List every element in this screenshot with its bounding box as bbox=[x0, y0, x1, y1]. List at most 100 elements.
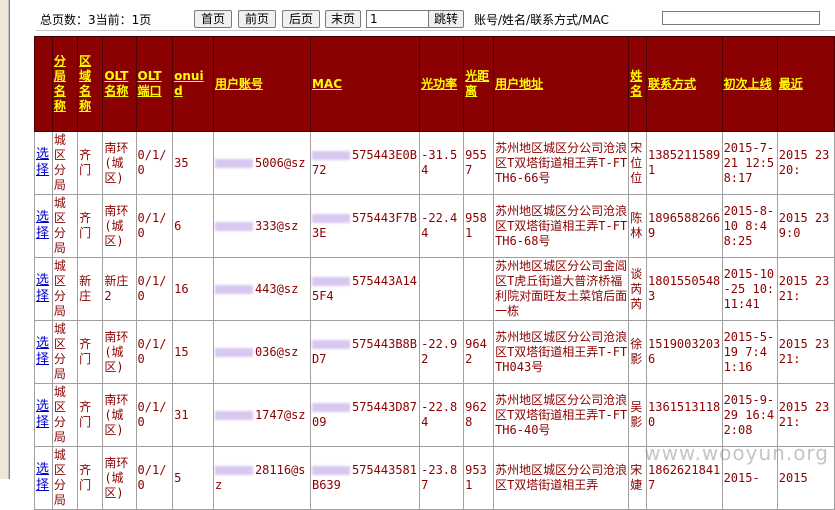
table-row: 选择 城区分局 齐门 南环(城区) 0/1/0 31 1747@sz 575443D8709-… bbox=[34, 383, 835, 447]
power-cell: -23.87 bbox=[419, 446, 465, 510]
account-cell: 036@sz bbox=[212, 320, 311, 384]
table-header-row: 分局名称 区域名称 OLT名称 OLT端口 onuid 用户账号 MAC 光功率… bbox=[34, 36, 835, 132]
address-cell: 苏州地区城区分公司沧浪区T双塔街道相王弄T-FTTH6-40号 bbox=[493, 383, 630, 447]
onuid-cell: 31 bbox=[172, 383, 214, 447]
last-page-button[interactable]: 末页 bbox=[325, 10, 361, 28]
select-link[interactable]: 选择 bbox=[34, 257, 53, 321]
first-online-cell: 2015-8-10 8:48:25 bbox=[721, 194, 778, 258]
latest-cell: 2015 23 21: bbox=[776, 383, 835, 447]
mac-cell: 575443B8BD7 bbox=[309, 320, 421, 384]
name-cell: 吴影 bbox=[628, 383, 648, 447]
redaction-blur bbox=[311, 340, 350, 349]
header-onuid[interactable]: onuid bbox=[172, 36, 214, 132]
header-olt-port[interactable]: OLT端口 bbox=[135, 36, 174, 132]
account-cell: 28116@sz bbox=[212, 446, 311, 510]
next-page-button[interactable]: 后页 bbox=[282, 10, 320, 28]
branch-cell: 城区分局 bbox=[51, 194, 79, 258]
branch-cell: 城区分局 bbox=[51, 320, 79, 384]
onuid-cell: 5 bbox=[172, 446, 214, 510]
olt-name-cell: 南环(城区) bbox=[102, 131, 137, 195]
branch-cell: 城区分局 bbox=[51, 131, 79, 195]
power-cell: -22.92 bbox=[419, 320, 465, 384]
redaction-blur bbox=[311, 277, 350, 286]
table-row: 选择 城区分局 齐门 南环(城区) 0/1/0 6 333@sz 575443F7B3E -22… bbox=[34, 194, 835, 258]
redaction-blur bbox=[214, 221, 253, 231]
onuid-cell: 6 bbox=[172, 194, 214, 258]
redaction-blur bbox=[311, 403, 350, 412]
redaction-blur bbox=[214, 284, 253, 294]
olt-port-cell: 0/1/0 bbox=[135, 383, 174, 447]
header-first-online[interactable]: 初次上线 bbox=[721, 36, 778, 132]
header-distance[interactable]: 光距离 bbox=[463, 36, 495, 132]
mac-cell: 575443F7B3E bbox=[309, 194, 421, 258]
header-account[interactable]: 用户账号 bbox=[212, 36, 311, 132]
first-page-button[interactable]: 首页 bbox=[194, 10, 232, 28]
power-cell bbox=[419, 257, 465, 321]
address-cell: 苏州地区城区分公司沧浪区T双塔街道相王弄T-FTTH043号 bbox=[493, 320, 630, 384]
olt-port-cell: 0/1/0 bbox=[135, 194, 174, 258]
phone-cell: 15190032036 bbox=[646, 320, 723, 384]
first-online-cell: 2015-7-21 12:58:17 bbox=[721, 131, 778, 195]
user-table: 分局名称 区域名称 OLT名称 OLT端口 onuid 用户账号 MAC 光功率… bbox=[34, 36, 835, 510]
branch-cell: 城区分局 bbox=[51, 257, 79, 321]
olt-name-cell: 南环(城区) bbox=[102, 383, 137, 447]
distance-cell: 9642 bbox=[463, 320, 495, 384]
header-area[interactable]: 区域名称 bbox=[77, 36, 104, 132]
header-mac[interactable]: MAC bbox=[309, 36, 421, 132]
header-phone[interactable]: 联系方式 bbox=[646, 36, 723, 132]
power-cell: -22.44 bbox=[419, 194, 465, 258]
redaction-blur bbox=[311, 466, 350, 475]
redaction-blur bbox=[214, 410, 253, 420]
redaction-blur bbox=[311, 151, 350, 160]
search-label: 账号/姓名/联系方式/MAC bbox=[474, 13, 609, 27]
name-cell: 宋位位 bbox=[628, 131, 648, 195]
toolbar-divider bbox=[36, 30, 835, 31]
olt-name-cell: 南环(城区) bbox=[102, 194, 137, 258]
header-power[interactable]: 光功率 bbox=[419, 36, 465, 132]
address-cell: 苏州地区城区分公司沧浪区T双塔街道相王弄T-FTTH6-66号 bbox=[493, 131, 630, 195]
select-link[interactable]: 选择 bbox=[34, 446, 53, 510]
search-input[interactable] bbox=[662, 11, 820, 25]
account-cell-text: 5006@sz bbox=[254, 155, 306, 170]
header-branch[interactable]: 分局名称 bbox=[51, 36, 79, 132]
page-select-value: 1 bbox=[370, 12, 378, 26]
header-address[interactable]: 用户地址 bbox=[493, 36, 630, 132]
mac-cell: 575443A145F4 bbox=[309, 257, 421, 321]
phone-cell: 13615131180 bbox=[646, 383, 723, 447]
select-link[interactable]: 选择 bbox=[34, 194, 53, 258]
onuid-cell: 35 bbox=[172, 131, 214, 195]
account-cell: 333@sz bbox=[212, 194, 311, 258]
olt-name-cell: 新庄2 bbox=[102, 257, 137, 321]
select-link[interactable]: 选择 bbox=[34, 383, 53, 447]
table-row: 选择 城区分局 新庄 新庄2 0/1/0 16 443@sz 575443A145F4 苏州地区… bbox=[34, 257, 835, 321]
phone-cell: 13852115891 bbox=[646, 131, 723, 195]
distance-cell: 9628 bbox=[463, 383, 495, 447]
onuid-cell: 16 bbox=[172, 257, 214, 321]
header-olt-name[interactable]: OLT名称 bbox=[102, 36, 137, 132]
account-cell: 1747@sz bbox=[212, 383, 311, 447]
distance-cell bbox=[463, 257, 495, 321]
onuid-cell: 15 bbox=[172, 320, 214, 384]
first-online-cell: 2015-5-19 7:41:16 bbox=[721, 320, 778, 384]
name-cell: 谈芮芮 bbox=[628, 257, 648, 321]
branch-cell: 城区分局 bbox=[51, 383, 79, 447]
mac-cell: 575443581B639 bbox=[309, 446, 421, 510]
latest-cell: 2015 23 9:0 bbox=[776, 194, 835, 258]
olt-port-cell: 0/1/0 bbox=[135, 131, 174, 195]
header-name[interactable]: 姓名 bbox=[628, 36, 648, 132]
address-cell: 苏州地区城区分公司金阊区T虎丘街道大普济桥福利院对面旺友土菜馆后面一栋 bbox=[493, 257, 630, 321]
olt-port-cell: 0/1/0 bbox=[135, 320, 174, 384]
select-link[interactable]: 选择 bbox=[34, 131, 53, 195]
account-cell: 5006@sz bbox=[212, 131, 311, 195]
select-link[interactable]: 选择 bbox=[34, 320, 53, 384]
account-cell-text: 1747@sz bbox=[254, 407, 306, 422]
power-cell: -22.84 bbox=[419, 383, 465, 447]
watermark: www.wooyun.org bbox=[644, 441, 829, 465]
go-button[interactable]: 跳转 bbox=[428, 10, 464, 28]
header-latest[interactable]: 最近 bbox=[776, 36, 835, 132]
prev-page-button[interactable]: 前页 bbox=[238, 10, 276, 28]
area-cell: 齐门 bbox=[77, 383, 104, 447]
power-cell: -31.54 bbox=[419, 131, 465, 195]
header-select bbox=[34, 36, 53, 132]
account-cell-text: 036@sz bbox=[254, 344, 299, 359]
